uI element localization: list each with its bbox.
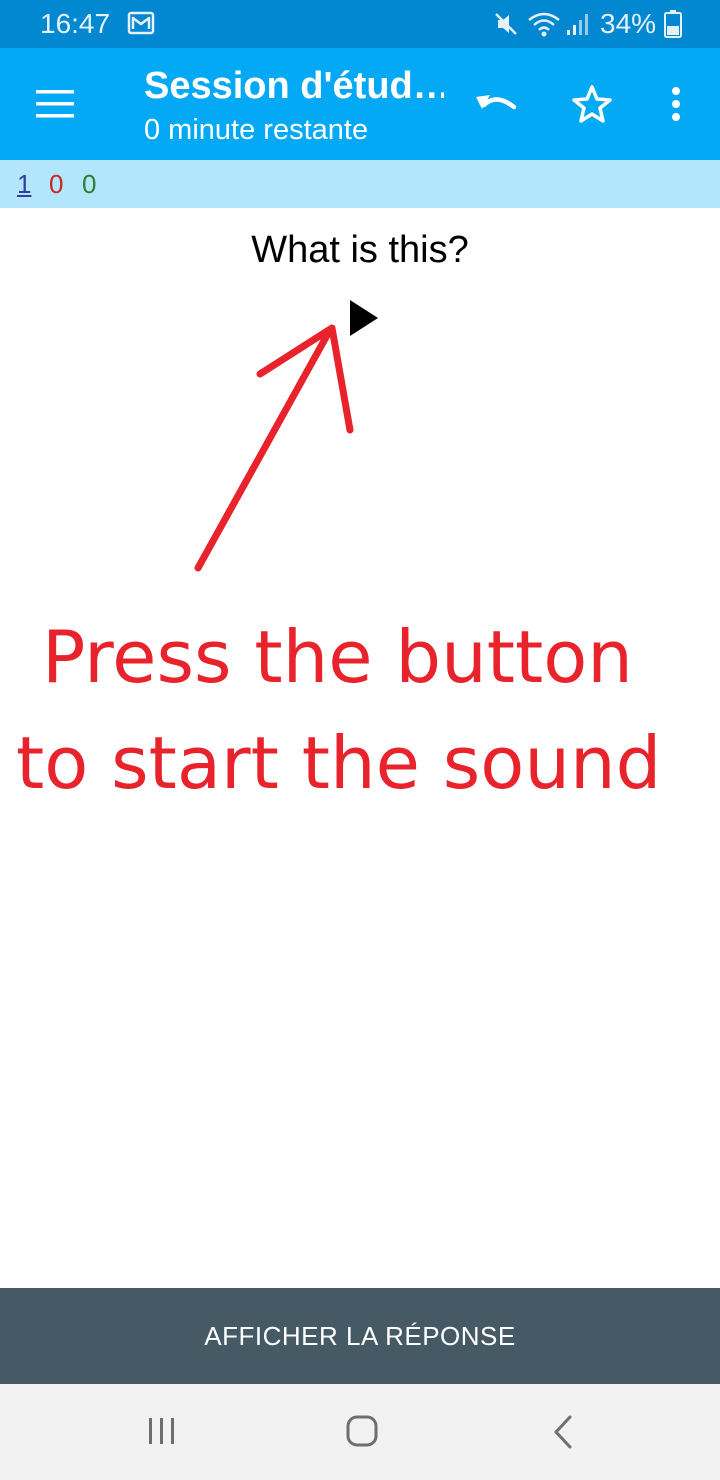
- review-count: 0: [82, 169, 97, 199]
- more-vert-icon: [672, 87, 680, 121]
- learning-count: 0: [49, 169, 64, 199]
- wifi-icon: [528, 12, 560, 37]
- battery-percent: 34%: [600, 8, 657, 39]
- gmail-icon: [127, 11, 155, 35]
- app-toolbar: Session d'étud… 0 minute restante: [0, 48, 720, 160]
- undo-button[interactable]: [468, 76, 524, 132]
- signal-icon: [567, 14, 588, 35]
- card-question: What is this?: [251, 229, 469, 271]
- more-options-button[interactable]: [648, 76, 704, 132]
- toolbar-title: Session d'étud…: [144, 65, 444, 107]
- status-time: 16:47: [40, 8, 111, 39]
- title-block: Session d'étud… 0 minute restante: [144, 64, 444, 148]
- recents-icon[interactable]: [140, 1412, 184, 1452]
- home-icon[interactable]: [340, 1412, 384, 1452]
- menu-button[interactable]: [24, 76, 88, 132]
- back-icon[interactable]: [540, 1412, 584, 1452]
- menu-icon: [36, 90, 74, 118]
- toolbar-subtitle: 0 minute restante: [144, 114, 369, 146]
- show-answer-button[interactable]: AFFICHER LA RÉPONSE: [0, 1288, 720, 1384]
- battery-icon: [664, 10, 682, 38]
- annotation-line-1: Press the button: [42, 615, 633, 699]
- annotation-arrow: [194, 324, 354, 572]
- card-counts-bar: 1 0 0: [0, 160, 720, 208]
- star-icon: [572, 85, 612, 123]
- new-count: 1: [17, 169, 32, 199]
- undo-icon: [476, 95, 517, 110]
- system-nav-bar: [0, 1384, 720, 1480]
- annotation-line-2: to start the sound: [16, 721, 662, 805]
- status-bar: 16:47 34%: [0, 0, 720, 48]
- mute-icon: [495, 13, 517, 35]
- favorite-button[interactable]: [564, 76, 620, 132]
